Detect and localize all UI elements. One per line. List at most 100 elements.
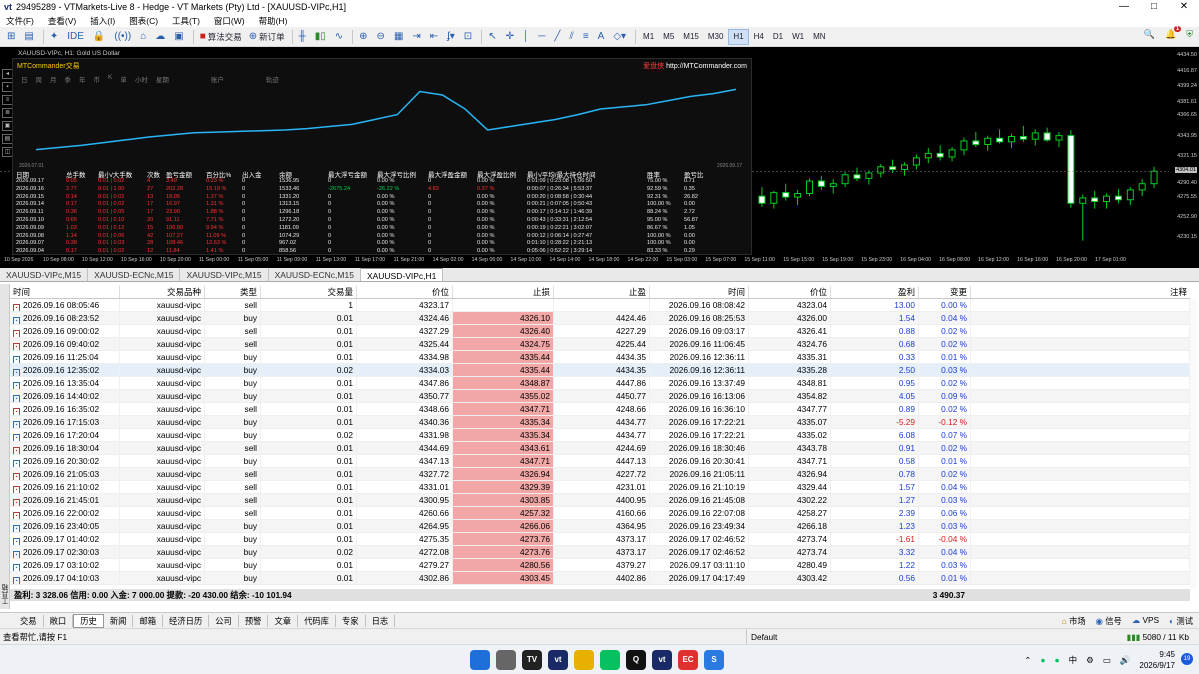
table-row[interactable]: ▪ 2026.09.16 22:00:02 xauusd-vipc sell 0.01 4… — [10, 507, 1190, 520]
taskbar-app-icon[interactable]: vt — [652, 650, 672, 670]
tab-articles[interactable]: 文章 — [268, 614, 299, 627]
volume-icon[interactable]: 🔊 — [1120, 655, 1131, 666]
tf-m30[interactable]: M30 — [704, 29, 728, 45]
table-row[interactable]: ▪ 2026.09.16 21:10:02 xauusd-vipc sell 0.01 4… — [10, 481, 1190, 494]
zoom-in-button[interactable]: ⊕ — [356, 29, 372, 45]
mtc-url[interactable]: 爱盘侠 http://MTCommander.com — [643, 61, 747, 71]
menu-help[interactable]: 帮助(H) — [259, 15, 288, 27]
mtc-tab-week[interactable]: 周 — [36, 74, 43, 84]
col-comment[interactable]: 注释 — [971, 286, 1190, 298]
col-tp[interactable]: 止盈 — [554, 286, 650, 298]
menu-insert[interactable]: 插入(I) — [90, 15, 115, 27]
table-row[interactable]: ▪ 2026.09.17 02:30:03 xauusd-vipc buy 0.02 42… — [10, 546, 1190, 559]
menu-charts[interactable]: 图表(C) — [129, 15, 158, 27]
templates-button[interactable]: ⊡ — [461, 29, 477, 45]
chevron-up-icon[interactable]: ⌃ — [1024, 655, 1031, 666]
settings-tray-icon[interactable]: ⚙ — [1086, 655, 1094, 666]
menu-view[interactable]: 查看(V) — [48, 15, 76, 27]
table-row[interactable]: ▪ 2026.09.16 08:05:46 xauusd-vipc sell 1 4323… — [10, 299, 1190, 312]
indicators-button[interactable]: ʄ▾ — [444, 29, 460, 45]
wechat-tray-icon[interactable]: ● — [1040, 655, 1045, 665]
price-chart[interactable]: XAUUSD-VIPc, H1: Gold US Dollar 4434.50 4… — [0, 47, 1199, 268]
new-chart-button[interactable]: ⊞ — [4, 29, 20, 45]
col-close-time[interactable]: 时间 — [650, 286, 749, 298]
tile-button[interactable]: ▦ — [391, 29, 408, 45]
tab-history[interactable]: 历史 — [73, 613, 104, 628]
col-open-price[interactable]: 价位 — [357, 286, 453, 298]
tf-mn[interactable]: MN — [809, 29, 829, 45]
mtc-tab-quarter[interactable]: 季 — [65, 74, 72, 84]
profiles-button[interactable]: ▤ — [21, 29, 38, 45]
wechat-tray-icon-2[interactable]: ● — [1055, 655, 1060, 665]
notifications-icon[interactable]: 🔔 1 — [1165, 26, 1182, 40]
menu-file[interactable]: 文件(F) — [6, 15, 34, 27]
table-row[interactable]: ▪ 2026.09.16 16:35:02 xauusd-vipc sell 0.01 4… — [10, 403, 1190, 416]
mtc-tab-currency[interactable]: 币 — [94, 74, 101, 84]
table-row[interactable]: ▪ 2026.09.16 17:15:03 xauusd-vipc buy 0.01 43… — [10, 416, 1190, 429]
chart-tab-5[interactable]: XAUUSD-VIPc,H1 — [360, 268, 444, 281]
screen-tray-icon[interactable]: ▭ — [1103, 655, 1111, 666]
tf-m15[interactable]: M15 — [679, 29, 703, 45]
tester-link[interactable]: ◐ 测试 — [1169, 615, 1193, 627]
tf-h1[interactable]: H1 — [728, 28, 749, 45]
tab-news[interactable]: 新闻 — [104, 614, 134, 627]
chart-tab-1[interactable]: XAUUSD-VIPc,M15 — [0, 268, 89, 281]
maximize-button[interactable]: □ — [1139, 0, 1169, 14]
menu-window[interactable]: 窗口(W) — [214, 15, 245, 27]
tf-m1[interactable]: M1 — [639, 29, 658, 45]
new-order-button[interactable]: ⊕ 新订单 — [246, 29, 288, 45]
tab-company[interactable]: 公司 — [209, 614, 239, 627]
tab-journal[interactable]: 日志 — [366, 614, 396, 627]
tab-mailbox[interactable]: 邮箱 — [133, 614, 164, 627]
mtc-tab-hour[interactable]: 小时 — [135, 74, 148, 84]
autoscroll-button[interactable]: ⇥ — [409, 29, 425, 45]
history-scrollbar[interactable] — [1190, 299, 1197, 589]
channel-button[interactable]: ⫽ — [566, 29, 578, 45]
tf-d1[interactable]: D1 — [769, 29, 787, 45]
ime-indicator[interactable]: 中 — [1069, 654, 1078, 666]
taskbar-app-icon[interactable] — [470, 650, 490, 670]
signals-link[interactable]: ◉ 信号 — [1096, 615, 1122, 627]
vps-link[interactable]: ☁ VPS — [1132, 615, 1159, 627]
table-row[interactable]: ▪ 2026.09.16 18:30:04 xauusd-vipc sell 0.01 4… — [10, 442, 1190, 455]
col-change[interactable]: 变更 — [919, 286, 971, 298]
mtc-tab-year[interactable]: 年 — [79, 74, 86, 84]
toolbox-vertical-tab[interactable]: 工具箱 — [0, 284, 10, 609]
table-row[interactable]: ▪ 2026.09.16 21:45:01 xauusd-vipc sell 0.01 4… — [10, 494, 1190, 507]
cursor-button[interactable]: ↖ — [485, 29, 501, 45]
tab-experts[interactable]: 专家 — [336, 614, 366, 627]
trendline-button[interactable]: ╱ — [551, 29, 565, 45]
table-row[interactable]: ▪ 2026.09.16 12:35:02 xauusd-vipc buy 0.02 43… — [10, 364, 1190, 377]
table-row[interactable]: ▪ 2026.09.16 21:05:03 xauusd-vipc sell 0.01 4… — [10, 468, 1190, 481]
line-chart-button[interactable]: ∿ — [332, 29, 348, 45]
market-link[interactable]: ⌂ 市场 — [1062, 615, 1086, 627]
clock[interactable]: 9:45 2026/9/17 — [1139, 649, 1175, 671]
mtc-tab-day[interactable]: 日 — [21, 74, 28, 84]
table-row[interactable]: ▪ 2026.09.16 09:00:02 xauusd-vipc sell 0.01 4… — [10, 325, 1190, 338]
table-row[interactable]: ▪ 2026.09.16 11:25:04 xauusd-vipc buy 0.01 43… — [10, 351, 1190, 364]
taskbar-app-icon[interactable] — [600, 650, 620, 670]
tab-trade[interactable]: 交易 — [14, 614, 44, 627]
tab-codebase[interactable]: 代码库 — [298, 614, 336, 627]
text-button[interactable]: A — [595, 29, 610, 45]
status-profile[interactable]: Default — [746, 629, 856, 645]
tab-calendar[interactable]: 经济日历 — [163, 614, 210, 627]
menu-tools[interactable]: 工具(T) — [172, 15, 200, 27]
taskbar-app-icon[interactable]: TV — [522, 650, 542, 670]
col-symbol[interactable]: 交易品种 — [120, 286, 205, 298]
table-row[interactable]: ▪ 2026.09.16 14:40:02 xauusd-vipc buy 0.01 43… — [10, 390, 1190, 403]
table-row[interactable]: ▪ 2026.09.17 03:10:02 xauusd-vipc buy 0.01 42… — [10, 559, 1190, 572]
notification-count[interactable]: 19 — [1181, 653, 1193, 665]
chart-tab-4[interactable]: XAUUSD-ECNc,M15 — [269, 268, 361, 281]
signals-button[interactable]: ((•)) — [111, 29, 136, 45]
tf-w1[interactable]: W1 — [788, 29, 808, 45]
taskbar-app-icon[interactable]: S — [704, 650, 724, 670]
vline-button[interactable]: │ — [520, 29, 534, 45]
col-open-time[interactable]: 时间 — [10, 286, 120, 298]
table-row[interactable]: ▪ 2026.09.16 09:40:02 xauusd-vipc sell 0.01 4… — [10, 338, 1190, 351]
tf-h4[interactable]: H4 — [750, 29, 768, 45]
candles-button[interactable]: ▮▯ — [312, 29, 331, 45]
mtc-tab-weekday[interactable]: 星期 — [156, 74, 169, 84]
mtc-tab-order[interactable]: 单 — [120, 74, 127, 84]
crosshair-button[interactable]: ✛ — [503, 29, 519, 45]
